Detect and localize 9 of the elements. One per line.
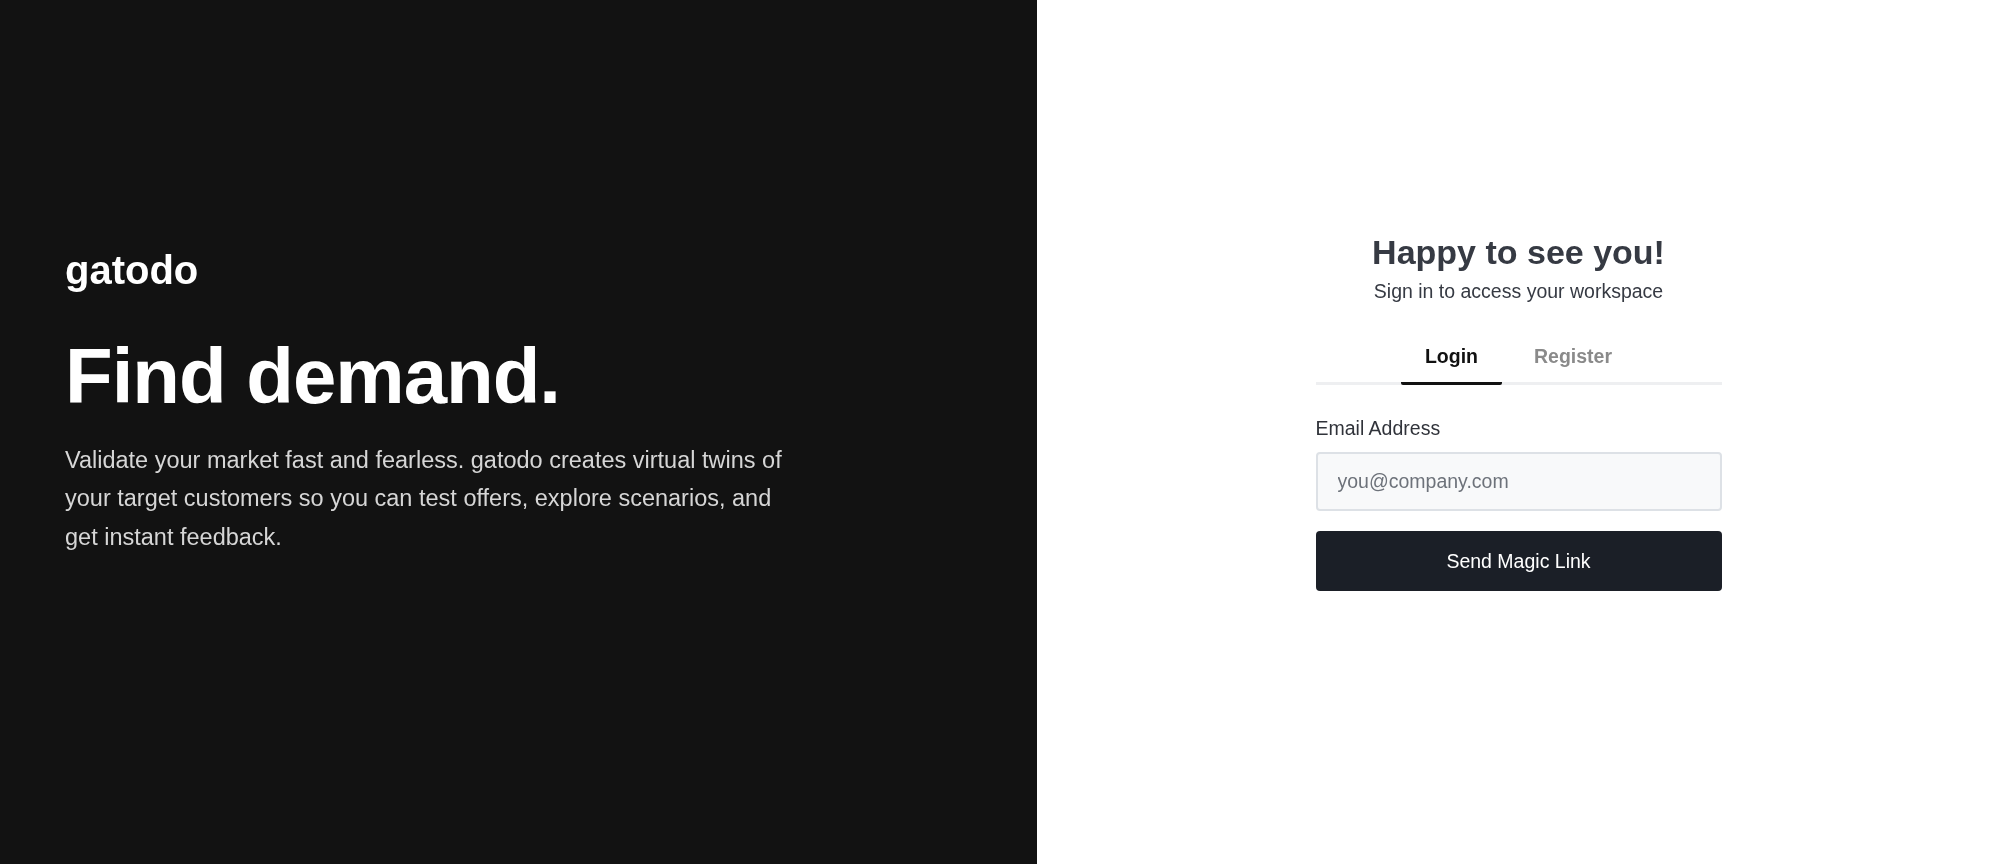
tab[interactable]: Login <box>1400 343 1502 385</box>
email-field[interactable]: you@company.com <box>1315 452 1722 511</box>
send-magic-link-button[interactable]: Send Magic Link <box>1315 531 1722 591</box>
field-label: Email Address <box>1315 417 1442 440</box>
form-subtitle: Sign in to access your workspace <box>1372 280 1665 303</box>
headline: Find demand. <box>65 336 561 415</box>
form-title: Happy to see you! <box>1371 233 1666 272</box>
description: Validate your market fast and fearless. gatodo creates virtual twins of your target customers so you can test offers, explore scenarios, and get instant feedback. <box>65 445 783 552</box>
logo: gatodo <box>65 247 200 293</box>
